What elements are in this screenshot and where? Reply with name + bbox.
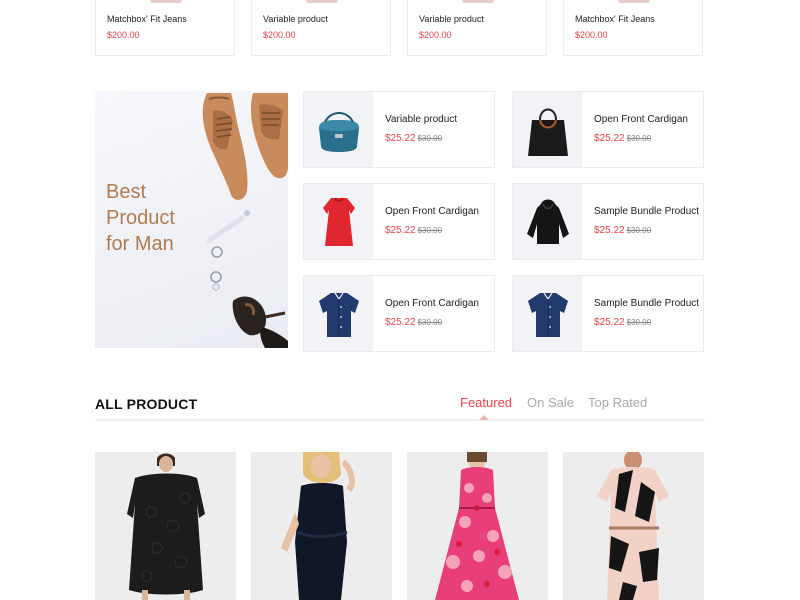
old-price: $30.00 [417, 318, 443, 327]
navy-shirt-icon [318, 292, 359, 337]
banner-line: Best [106, 181, 147, 203]
product-price: $200.00 [575, 30, 608, 40]
sale-price: $25.22 [385, 133, 416, 144]
product-card[interactable]: Variable product $200.00 [407, 0, 547, 56]
product-title[interactable]: Sample Bundle Product [594, 205, 702, 218]
product-prices: $25.22 $30.00 [385, 128, 493, 146]
product-info: Open Front Cardigan $25.22 $30.00 [385, 184, 493, 259]
tab-top-rated[interactable]: Top Rated [588, 395, 647, 410]
banner-line: Product [106, 207, 175, 229]
product-title[interactable]: Sample Bundle Product [594, 297, 702, 310]
product-image-edge [618, 0, 650, 3]
sale-price: $25.22 [594, 133, 625, 144]
product-card[interactable]: Matchbox' Fit Jeans $200.00 [563, 0, 703, 56]
product-card[interactable]: Open Front Cardigan $25.22 $30.00 [303, 275, 495, 352]
product-thumbnail[interactable] [304, 276, 373, 351]
product-title[interactable]: Variable product [385, 113, 493, 126]
sale-price: $25.22 [385, 317, 416, 328]
product-image[interactable] [251, 452, 392, 600]
product-info: Sample Bundle Product $25.22 $30.00 [594, 184, 702, 259]
geometric-print-dress-image [597, 452, 669, 600]
product-thumbnail[interactable] [304, 92, 373, 167]
banner-headline: Best Product for Man [106, 179, 175, 257]
old-price: $30.00 [417, 226, 443, 235]
old-price: $30.00 [417, 134, 443, 143]
product-name[interactable]: Matchbox' Fit Jeans [575, 14, 655, 24]
section-title: ALL PRODUCT [95, 396, 198, 412]
product-card[interactable]: Sample Bundle Product $25.22 $30.00 [512, 275, 704, 352]
black-hoodie-icon [526, 199, 569, 244]
blue-bag-icon [318, 111, 359, 152]
top-product-row: Matchbox' Fit Jeans $200.00 Variable pro… [95, 0, 705, 56]
product-info: Variable product $25.22 $30.00 [385, 92, 493, 167]
product-image[interactable] [95, 452, 236, 600]
product-card[interactable]: Sample Bundle Product $25.22 $30.00 [512, 183, 704, 260]
product-info: Open Front Cardigan $25.22 $30.00 [385, 276, 493, 351]
product-image[interactable] [563, 452, 704, 600]
product-image-edge [306, 0, 338, 3]
product-name[interactable]: Variable product [263, 14, 328, 24]
product-name[interactable]: Variable product [419, 14, 484, 24]
red-dress-icon [322, 197, 355, 246]
sale-price: $25.22 [594, 317, 625, 328]
product-name[interactable]: Matchbox' Fit Jeans [107, 14, 187, 24]
old-price: $30.00 [626, 134, 652, 143]
old-price: $30.00 [626, 318, 652, 327]
product-info: Sample Bundle Product $25.22 $30.00 [594, 276, 702, 351]
sale-price: $25.22 [594, 225, 625, 236]
product-card[interactable]: Variable product $25.22 $30.00 [303, 91, 495, 168]
product-prices: $25.22 $30.00 [385, 220, 493, 238]
product-thumbnail[interactable] [513, 92, 582, 167]
product-prices: $25.22 $30.00 [594, 312, 702, 330]
product-title[interactable]: Open Front Cardigan [385, 297, 493, 310]
product-price: $200.00 [419, 30, 452, 40]
product-card[interactable]: Matchbox' Fit Jeans $200.00 [95, 0, 235, 56]
sale-price: $25.22 [385, 225, 416, 236]
black-lace-dress-image [127, 453, 205, 600]
product-prices: $25.22 $30.00 [594, 128, 702, 146]
black-tote-icon [527, 108, 568, 156]
product-prices: $25.22 $30.00 [385, 312, 493, 330]
product-tabs: Featured On Sale Top Rated [455, 395, 705, 413]
active-tab-indicator [479, 415, 489, 420]
product-price: $200.00 [263, 30, 296, 40]
product-card[interactable]: Variable product $200.00 [251, 0, 391, 56]
product-thumbnail[interactable] [513, 184, 582, 259]
product-image-edge [150, 0, 182, 3]
product-title[interactable]: Open Front Cardigan [594, 113, 702, 126]
product-price: $200.00 [107, 30, 140, 40]
product-image-edge [462, 0, 494, 3]
product-card[interactable]: Open Front Cardigan $25.22 $30.00 [512, 91, 704, 168]
product-thumbnail[interactable] [304, 184, 373, 259]
product-card[interactable]: Open Front Cardigan $25.22 $30.00 [303, 183, 495, 260]
tab-on-sale[interactable]: On Sale [527, 395, 574, 410]
promo-banner[interactable]: Best Product for Man [95, 91, 288, 348]
old-price: $30.00 [626, 226, 652, 235]
product-info: Open Front Cardigan $25.22 $30.00 [594, 92, 702, 167]
product-thumbnail[interactable] [513, 276, 582, 351]
product-prices: $25.22 $30.00 [594, 220, 702, 238]
banner-line: for Man [106, 233, 174, 255]
section-divider [95, 419, 705, 421]
floral-dress-image [435, 452, 519, 600]
navy-shirt-icon [527, 292, 568, 337]
product-image[interactable] [407, 452, 548, 600]
navy-sheath-dress-image [281, 452, 355, 600]
product-title[interactable]: Open Front Cardigan [385, 205, 493, 218]
tab-featured[interactable]: Featured [460, 395, 512, 410]
